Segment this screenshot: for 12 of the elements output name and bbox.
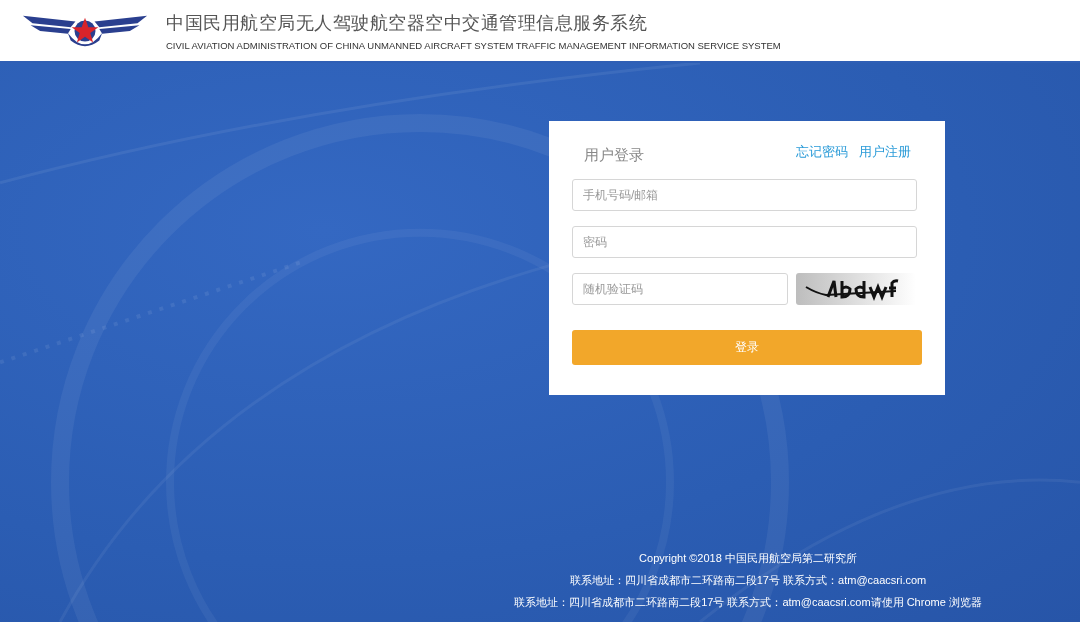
login-link[interactable]: 忘记密码 [796,143,848,161]
footer-text: 联系地址：四川省成都市二环路南二段17号 联系方式：atm@caacsri.com请使用 Chrome 浏览器 [514,595,982,610]
login-title: 用户登录 [584,146,644,166]
input-field[interactable]: 密码 [572,226,917,258]
input-field[interactable]: 手机号码/邮箱 [572,179,917,211]
system-title: 中国民用航空局无人驾驶航空器空中交通管理信息服务系统 [166,10,648,35]
system-subtitle: CIVIL AVIATION ADMINISTRATION OF CHINA UNMANNED AIRCRAFT SYSTEM TRAFFIC MANAGEMENT INFORMATION SERVICE SYSTEM [166,39,781,51]
captcha-field[interactable]: 随机验证码 [572,273,788,305]
footer-text: 联系地址：四川省成都市二环路南二段17号 联系方式：atm@caacsri.com [569,573,927,588]
login-button[interactable]: 登录 [572,330,922,365]
login-link[interactable]: 用户注册 [859,143,911,161]
footer-text: Copyright ©2018 中国民用航空局第二研究所 [639,551,857,566]
